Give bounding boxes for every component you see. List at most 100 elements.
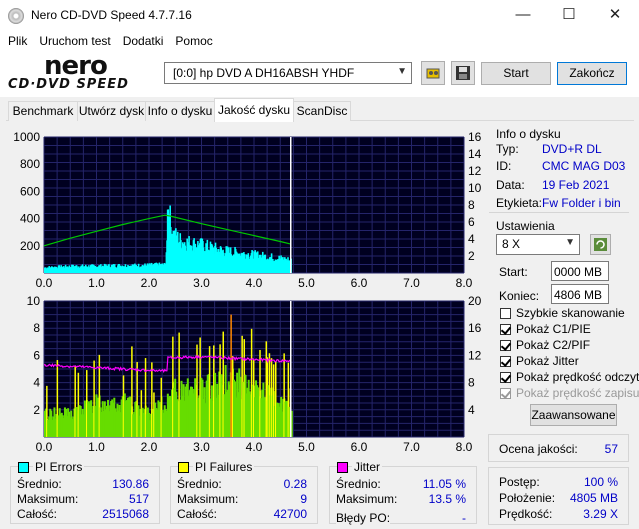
menu-plik[interactable]: Plik	[2, 32, 33, 51]
start-button[interactable]: Start	[481, 62, 551, 85]
pi-errors-total-value: 2515068	[102, 507, 149, 521]
y-left-tick-label: 4	[33, 376, 40, 390]
disc-type-label: Typ:	[496, 142, 519, 156]
pi-failures-title: PI Failures	[193, 460, 255, 474]
tab-scandisc[interactable]: ScanDisc	[293, 101, 351, 121]
pi-failures-max-spike	[230, 314, 232, 437]
menu-pomoc[interactable]: Pomoc	[169, 32, 218, 51]
speed-label: Prędkość:	[499, 507, 553, 521]
speed-select[interactable]: 8 X ▼	[496, 234, 580, 255]
menu-dodatki[interactable]: Dodatki	[117, 32, 170, 51]
tab-jakosc-dysku[interactable]: Jakość dysku	[214, 98, 294, 122]
checkbox-label: Pokaż Jitter	[516, 354, 579, 368]
x-tick-label: 4.0	[246, 276, 263, 290]
cd-dvd-speed-logo: CD·DVD SPEED	[8, 77, 129, 92]
x-tick-label: 1.0	[88, 276, 105, 290]
y-left-tick-label: 400	[20, 212, 40, 226]
po-errors-value: -	[462, 511, 466, 525]
x-tick-label: 0.0	[36, 276, 53, 290]
x-tick-label: 3.0	[193, 276, 210, 290]
checkbox[interactable]	[500, 324, 511, 335]
jitter-avg-label: Średnio:	[336, 477, 381, 491]
drive-select[interactable]: [0:0] hp DVD A DH16ABSH YHDF ▼	[164, 62, 412, 84]
disc-type-value: DVD+R DL	[542, 142, 602, 156]
checkbox[interactable]	[500, 372, 511, 383]
save-button[interactable]	[451, 61, 475, 85]
pi-failures-max-label: Maksimum:	[177, 492, 239, 506]
x-tick-label: 8.0	[456, 276, 473, 290]
y-right-tick-label: 20	[468, 294, 482, 308]
end-input[interactable]: 4806 MB	[551, 284, 609, 304]
pi-errors-chart: 1000 800 600 400 200 16 14 12 10 8 6 4 2 0.0 1.0 2.0 3.0…	[13, 130, 482, 290]
disc-label-label: Etykieta:	[496, 196, 543, 210]
y-right-tick-label: 8	[468, 198, 475, 212]
position-label: Położenie:	[499, 491, 556, 505]
divider	[489, 212, 629, 213]
disc-id-value: CMC MAG D03	[542, 159, 626, 173]
jitter-swatch	[337, 462, 348, 473]
pi-failures-avg-value: 0.28	[283, 477, 307, 491]
disc-date-value: 19 Feb 2021	[542, 178, 610, 192]
progress-label: Postęp:	[499, 475, 540, 489]
jitter-title: Jitter	[352, 460, 383, 474]
refresh-button[interactable]	[590, 234, 611, 255]
position-value: 4805 MB	[569, 491, 618, 505]
eject-icon	[426, 68, 440, 79]
tab-benchmark[interactable]: Benchmark	[8, 101, 78, 121]
window-title: Nero CD-DVD Speed 4.7.7.16	[31, 8, 192, 22]
jitter-max-label: Maksimum:	[336, 492, 398, 506]
refresh-icon	[594, 238, 607, 251]
y-left-tick-label: 8	[33, 321, 40, 335]
close-button[interactable]: ✕	[592, 0, 638, 31]
x-tick-label: 6.0	[351, 440, 368, 454]
checkbox[interactable]	[500, 340, 511, 351]
y-right-tick-label: 10	[468, 181, 482, 195]
y-right-tick-label: 12	[468, 164, 482, 178]
tab-info-o-dysku[interactable]: Info o dysku	[145, 101, 215, 121]
checkbox[interactable]	[500, 388, 511, 399]
title-bar: Nero CD-DVD Speed 4.7.7.16 — ☐ ✕	[0, 0, 639, 32]
pi-errors-total-label: Całość:	[17, 507, 58, 521]
minimize-button[interactable]: —	[500, 0, 546, 31]
y-right-tick-label: 16	[468, 321, 482, 335]
y-right-tick-label: 6	[468, 215, 475, 229]
y-left-tick-label: 600	[20, 184, 40, 198]
x-tick-label: 1.0	[88, 440, 105, 454]
pi-failures-swatch	[178, 462, 189, 473]
pi-errors-avg-label: Średnio:	[17, 477, 62, 491]
pi-failures-total-label: Całość:	[177, 507, 218, 521]
y-right-tick-label: 12	[468, 348, 482, 362]
menu-uruchom-test[interactable]: Uruchom test	[33, 32, 116, 51]
y-right-tick-label: 14	[468, 147, 482, 161]
eject-button[interactable]	[421, 61, 445, 85]
end-label: Koniec:	[499, 289, 540, 303]
x-tick-label: 5.0	[298, 276, 315, 290]
checkbox[interactable]	[500, 356, 511, 367]
jitter-avg-value: 11.05 %	[422, 477, 466, 491]
pi-errors-swatch	[18, 462, 29, 473]
save-icon	[456, 66, 470, 80]
checkbox-label: Pokaż C1/PIE	[516, 322, 591, 336]
y-left-tick-label: 200	[20, 239, 40, 253]
jitter-group: Jitter Średnio: 11.05 % Maksimum: 13.5 %…	[329, 460, 477, 525]
quality-box: Ocena jakości: 57	[488, 434, 629, 462]
y-right-tick-label: 8	[468, 376, 475, 390]
advanced-button[interactable]: Zaawansowane	[530, 404, 617, 426]
end-button[interactable]: Zakończ	[557, 62, 627, 85]
menu-bar: Plik Uruchom test Dodatki Pomoc	[0, 32, 639, 52]
disc-info-header: Info o dysku	[496, 127, 561, 141]
speed-select-value: 8 X	[502, 237, 521, 251]
x-tick-label: 7.0	[403, 440, 420, 454]
pi-failures-max-value: 9	[300, 492, 307, 506]
checkbox-list: Szybkie skanowanie Pokaż C1/PIE Pokaż C2/P…	[499, 306, 639, 402]
disc-id-label: ID:	[496, 159, 512, 173]
checkbox[interactable]	[500, 308, 511, 319]
start-input[interactable]: 0000 MB	[551, 261, 609, 281]
disc-label-value: Fw Folder i bin	[542, 196, 621, 210]
jitter-max-value: 13.5 %	[428, 492, 466, 506]
app-icon	[8, 8, 24, 24]
nero-logo: nero	[44, 51, 108, 81]
tab-utworz-dysk[interactable]: Utwórz dysk	[77, 101, 146, 121]
pi-errors-avg-value: 130.86	[112, 477, 149, 491]
maximize-button[interactable]: ☐	[546, 0, 592, 31]
